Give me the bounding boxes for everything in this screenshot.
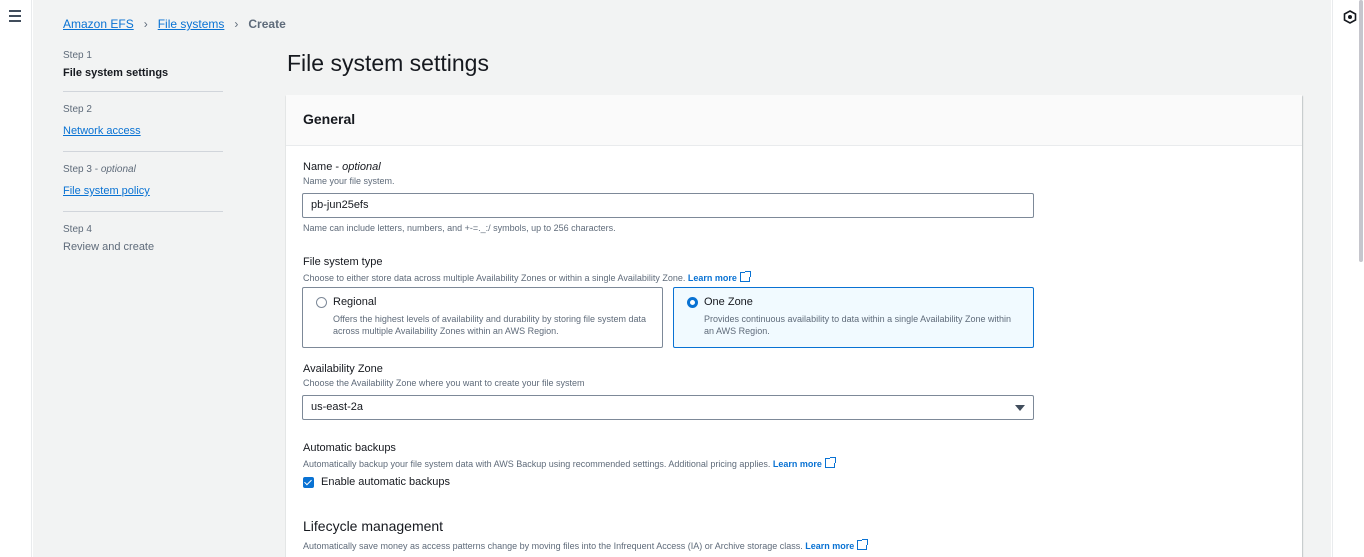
az-select[interactable]: us-east-2a <box>302 395 1034 420</box>
navigation-rail <box>0 0 32 557</box>
step-link-file-system-policy[interactable]: File system policy <box>63 185 150 197</box>
container-header: General <box>286 95 1302 146</box>
lifecycle-title: Lifecycle management <box>303 518 444 534</box>
fs-type-field: File system type Choose to either store … <box>303 256 751 283</box>
backups-label: Automatic backups <box>303 442 396 454</box>
step-number: Step 3 - optional <box>63 164 136 175</box>
step-link-network-access[interactable]: Network access <box>63 125 141 137</box>
breadcrumb: Amazon EFS › File systems › Create <box>63 17 286 31</box>
step-4: Step 4 Review and create <box>63 224 223 265</box>
backups-checkbox-row[interactable]: Enable automatic backups <box>303 476 450 488</box>
step-3: Step 3 - optional File system policy <box>63 164 223 212</box>
az-field: Availability Zone Choose the Availabilit… <box>303 363 584 388</box>
checkbox-checked-icon[interactable] <box>303 476 314 488</box>
breadcrumb-file-systems[interactable]: File systems <box>158 17 225 31</box>
name-hint: Name can include letters, numbers, and +… <box>303 223 616 233</box>
one-zone-label: One Zone <box>704 296 753 308</box>
step-2: Step 2 Network access <box>63 104 223 152</box>
breadcrumb-current: Create <box>248 17 286 31</box>
learn-more-link[interactable]: Learn more <box>773 459 822 469</box>
chevron-right-icon: › <box>234 17 239 31</box>
fs-type-label: File system type <box>303 256 383 268</box>
caret-down-icon <box>1015 405 1025 411</box>
one-zone-option[interactable]: One Zone Provides continuous availabilit… <box>673 287 1034 348</box>
step-number: Step 1 <box>63 50 92 61</box>
backups-checkbox-label: Enable automatic backups <box>321 476 451 488</box>
learn-more-link[interactable]: Learn more <box>688 273 737 283</box>
wizard-steps: Step 1 File system settings Step 2 Netwo… <box>63 50 223 277</box>
name-label: Name - optional <box>303 161 381 173</box>
scrollbar[interactable] <box>1359 0 1363 262</box>
name-description: Name your file system. <box>303 176 395 186</box>
step-title: File system settings <box>63 67 169 79</box>
step-1: Step 1 File system settings <box>63 50 223 92</box>
external-link-icon <box>824 457 836 468</box>
step-number: Step 4 <box>63 224 92 235</box>
backups-field: Automatic backups Automatically backup y… <box>303 442 836 469</box>
az-select-value: us-east-2a <box>311 401 363 413</box>
learn-more-link[interactable]: Learn more <box>805 541 854 551</box>
breadcrumb-amazon-efs[interactable]: Amazon EFS <box>63 17 134 31</box>
fs-type-description: Choose to either store data across multi… <box>303 271 751 283</box>
main-content: Amazon EFS › File systems › Create Step … <box>33 0 1331 557</box>
external-link-icon <box>857 539 869 550</box>
page-title: File system settings <box>287 50 489 76</box>
hamburger-menu-icon[interactable] <box>9 10 21 22</box>
external-link-icon <box>739 271 751 282</box>
general-container: General Name - optional Name your file s… <box>286 95 1302 557</box>
step-number: Step 2 <box>63 104 92 115</box>
regional-label: Regional <box>333 296 377 308</box>
regional-option[interactable]: Regional Offers the highest levels of av… <box>302 287 663 348</box>
radio-button-selected[interactable] <box>687 297 698 308</box>
name-field: Name - optional Name your file system. <box>303 161 395 186</box>
regional-description: Offers the highest levels of availabilit… <box>333 314 646 336</box>
chevron-right-icon: › <box>143 17 148 31</box>
az-label: Availability Zone <box>303 363 383 375</box>
step-title: Review and create <box>63 241 155 253</box>
radio-button[interactable] <box>316 297 327 308</box>
backups-description: Automatically backup your file system da… <box>303 457 836 469</box>
az-description: Choose the Availability Zone where you w… <box>303 378 585 388</box>
lifecycle-description: Automatically save money as access patte… <box>303 539 869 551</box>
info-panel-icon[interactable] <box>1343 10 1357 24</box>
name-input[interactable]: pb-jun25efs <box>302 193 1034 218</box>
one-zone-description: Provides continuous availability to data… <box>704 314 1012 336</box>
